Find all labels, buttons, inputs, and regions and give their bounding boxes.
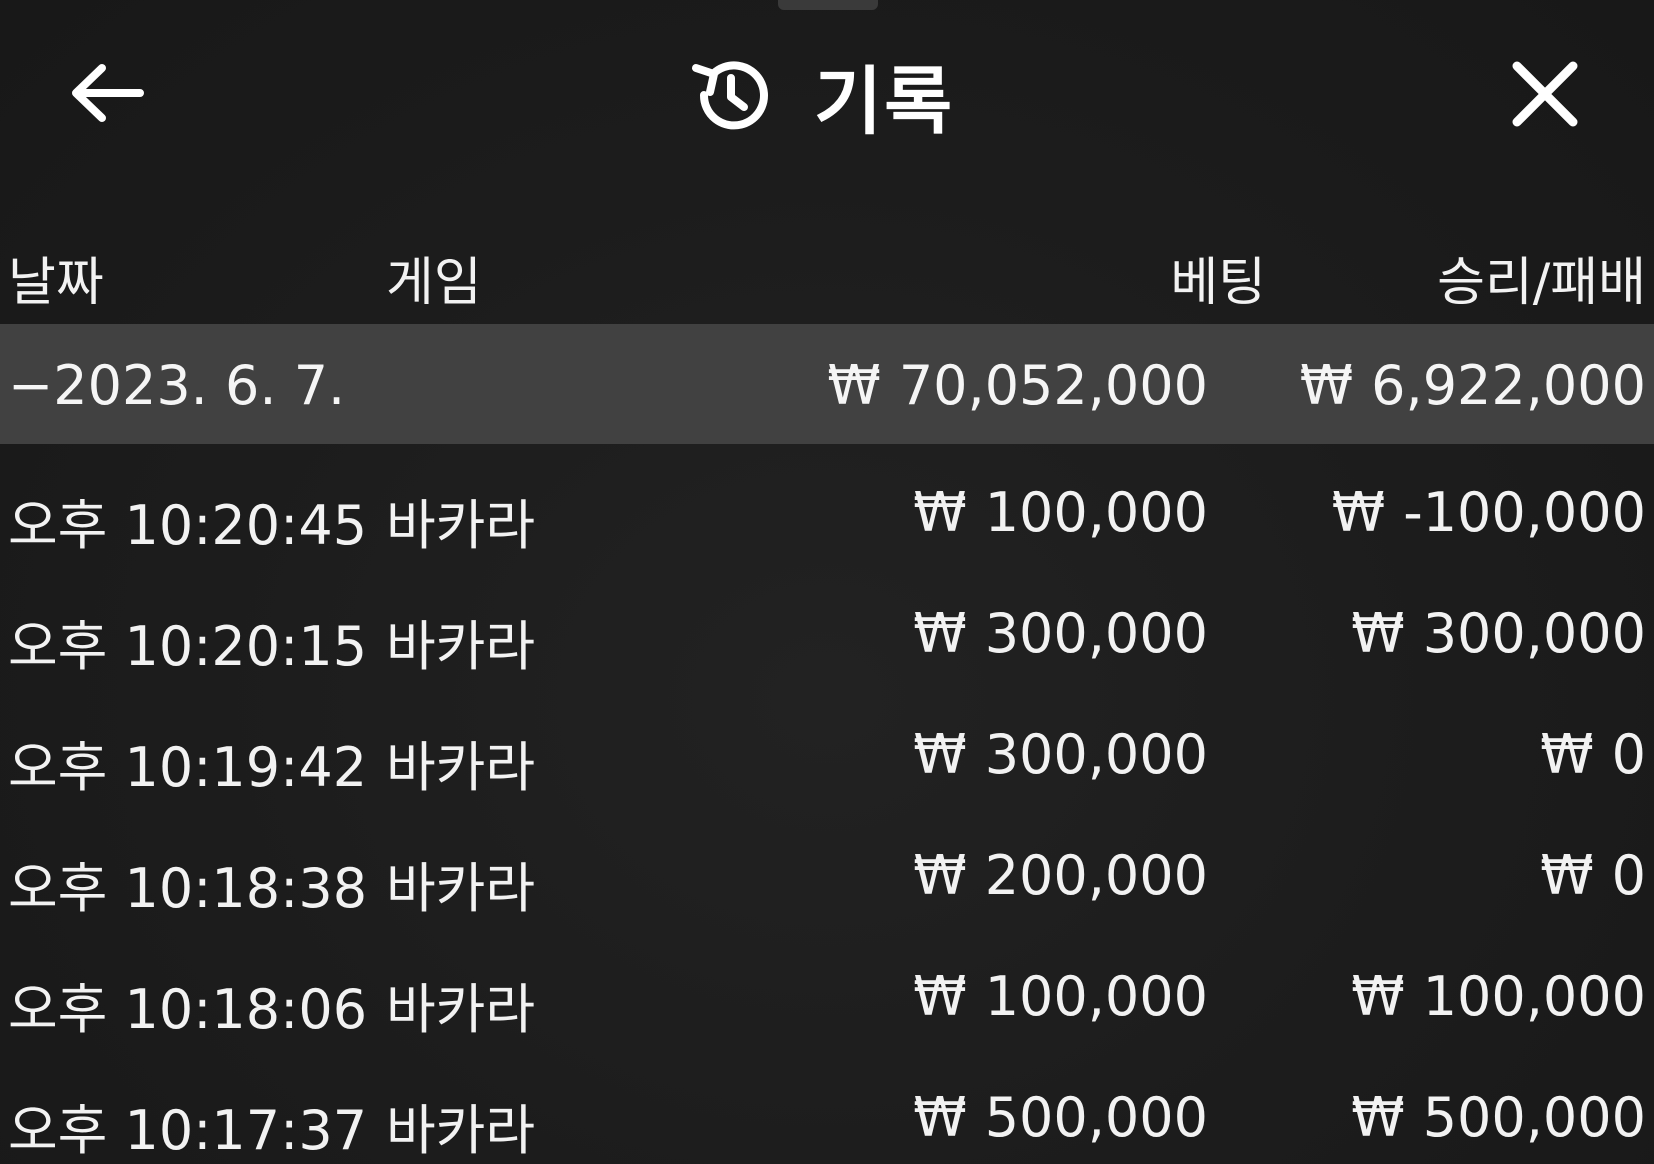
row-result-value: 0 (1611, 844, 1646, 907)
row-bet-value: 300,000 (984, 723, 1208, 786)
row-result: ₩500,000 (1351, 1086, 1646, 1149)
column-headers: 날짜 게임 베팅 승리/패배 (0, 222, 1654, 322)
column-header-bet: 베팅 (1170, 253, 1266, 313)
history-row[interactable]: 오후 10:20:45 바카라 ₩100,000 ₩ -100,000 (0, 455, 1654, 576)
row-result: ₩ -100,000 (1332, 481, 1646, 544)
row-bet: ₩200,000 (913, 844, 1208, 907)
row-result: ₩100,000 (1351, 965, 1646, 1028)
arrow-left-icon (72, 64, 144, 122)
row-time: 오후 10:20:45 (8, 494, 368, 557)
row-time: 오후 10:20:15 (8, 615, 368, 678)
history-row[interactable]: 오후 10:17:37 바카라 ₩500,000 ₩500,000 (0, 1060, 1654, 1164)
grab-handle[interactable] (778, 0, 878, 10)
row-game: 바카라 (386, 615, 536, 678)
header: 기록 (0, 30, 1654, 155)
history-row[interactable]: 오후 10:19:42 바카라 ₩300,000 ₩0 (0, 697, 1654, 818)
currency-symbol: ₩ (913, 1086, 967, 1149)
history-clock-icon (692, 61, 768, 130)
currency-symbol: ₩ (913, 844, 967, 907)
close-button[interactable] (1505, 54, 1585, 134)
date-group-label: −2023. 6. 7. (8, 354, 346, 417)
history-row[interactable]: 오후 10:18:06 바카라 ₩100,000 ₩100,000 (0, 939, 1654, 1060)
currency-symbol: ₩ (1351, 965, 1405, 1028)
close-icon (1512, 61, 1578, 127)
history-list: 오후 10:20:45 바카라 ₩100,000 ₩ -100,000 오후 10… (0, 455, 1654, 1164)
row-result-value: 0 (1611, 723, 1646, 786)
row-bet: ₩300,000 (913, 723, 1208, 786)
row-bet-value: 100,000 (984, 481, 1208, 544)
bet-total-value: 70,052,000 (898, 354, 1208, 417)
history-row[interactable]: 오후 10:18:38 바카라 ₩200,000 ₩0 (0, 818, 1654, 939)
currency-symbol: ₩ (1351, 602, 1405, 665)
row-result-value: 500,000 (1422, 1086, 1646, 1149)
row-result-value: 300,000 (1422, 602, 1646, 665)
row-bet-value: 300,000 (984, 602, 1208, 665)
row-bet: ₩500,000 (913, 1086, 1208, 1149)
row-time: 오후 10:18:38 (8, 857, 368, 920)
currency-symbol: ₩ (1331, 481, 1386, 544)
row-bet: ₩100,000 (913, 481, 1208, 544)
currency-symbol: ₩ (913, 602, 967, 665)
row-time: 오후 10:19:42 (8, 736, 368, 799)
title-group: 기록 (690, 50, 954, 145)
column-header-game: 게임 (386, 253, 482, 313)
row-game: 바카라 (386, 494, 536, 557)
page-title: 기록 (814, 58, 955, 145)
result-total-value: 6,922,000 (1371, 354, 1646, 417)
row-bet: ₩100,000 (913, 965, 1208, 1028)
row-time: 오후 10:18:06 (8, 978, 368, 1041)
row-time: 오후 10:17:37 (8, 1099, 368, 1162)
currency-symbol: ₩ (1351, 1086, 1405, 1149)
row-result-value: -100,000 (1403, 481, 1646, 544)
row-bet-value: 100,000 (984, 965, 1208, 1028)
row-game: 바카라 (386, 1099, 536, 1162)
row-bet-value: 200,000 (984, 844, 1208, 907)
row-game: 바카라 (386, 736, 536, 799)
row-result: ₩0 (1540, 844, 1646, 907)
history-row[interactable]: 오후 10:20:15 바카라 ₩300,000 ₩300,000 (0, 576, 1654, 697)
currency-symbol: ₩ (913, 481, 967, 544)
currency-symbol: ₩ (827, 354, 881, 417)
currency-symbol: ₩ (913, 723, 967, 786)
date-group-result-total: ₩6,922,000 (1300, 354, 1646, 417)
row-game: 바카라 (386, 857, 536, 920)
date-group-row[interactable]: −2023. 6. 7. ₩70,052,000 ₩6,922,000 (0, 324, 1654, 444)
row-bet: ₩300,000 (913, 602, 1208, 665)
row-game: 바카라 (386, 978, 536, 1041)
row-bet-value: 500,000 (984, 1086, 1208, 1149)
row-result: ₩0 (1540, 723, 1646, 786)
currency-symbol: ₩ (1540, 844, 1594, 907)
row-result: ₩300,000 (1351, 602, 1646, 665)
column-header-result: 승리/패배 (1437, 253, 1646, 313)
history-panel: 기록 날짜 게임 베팅 승리/패배 −2023. 6. 7. ₩70,052,0… (0, 0, 1654, 1164)
currency-symbol: ₩ (1540, 723, 1594, 786)
date-group-bet-total: ₩70,052,000 (827, 354, 1208, 417)
currency-symbol: ₩ (1299, 354, 1354, 417)
currency-symbol: ₩ (913, 965, 967, 1028)
row-result-value: 100,000 (1422, 965, 1646, 1028)
back-button[interactable] (66, 58, 146, 128)
column-header-date: 날짜 (8, 253, 104, 313)
